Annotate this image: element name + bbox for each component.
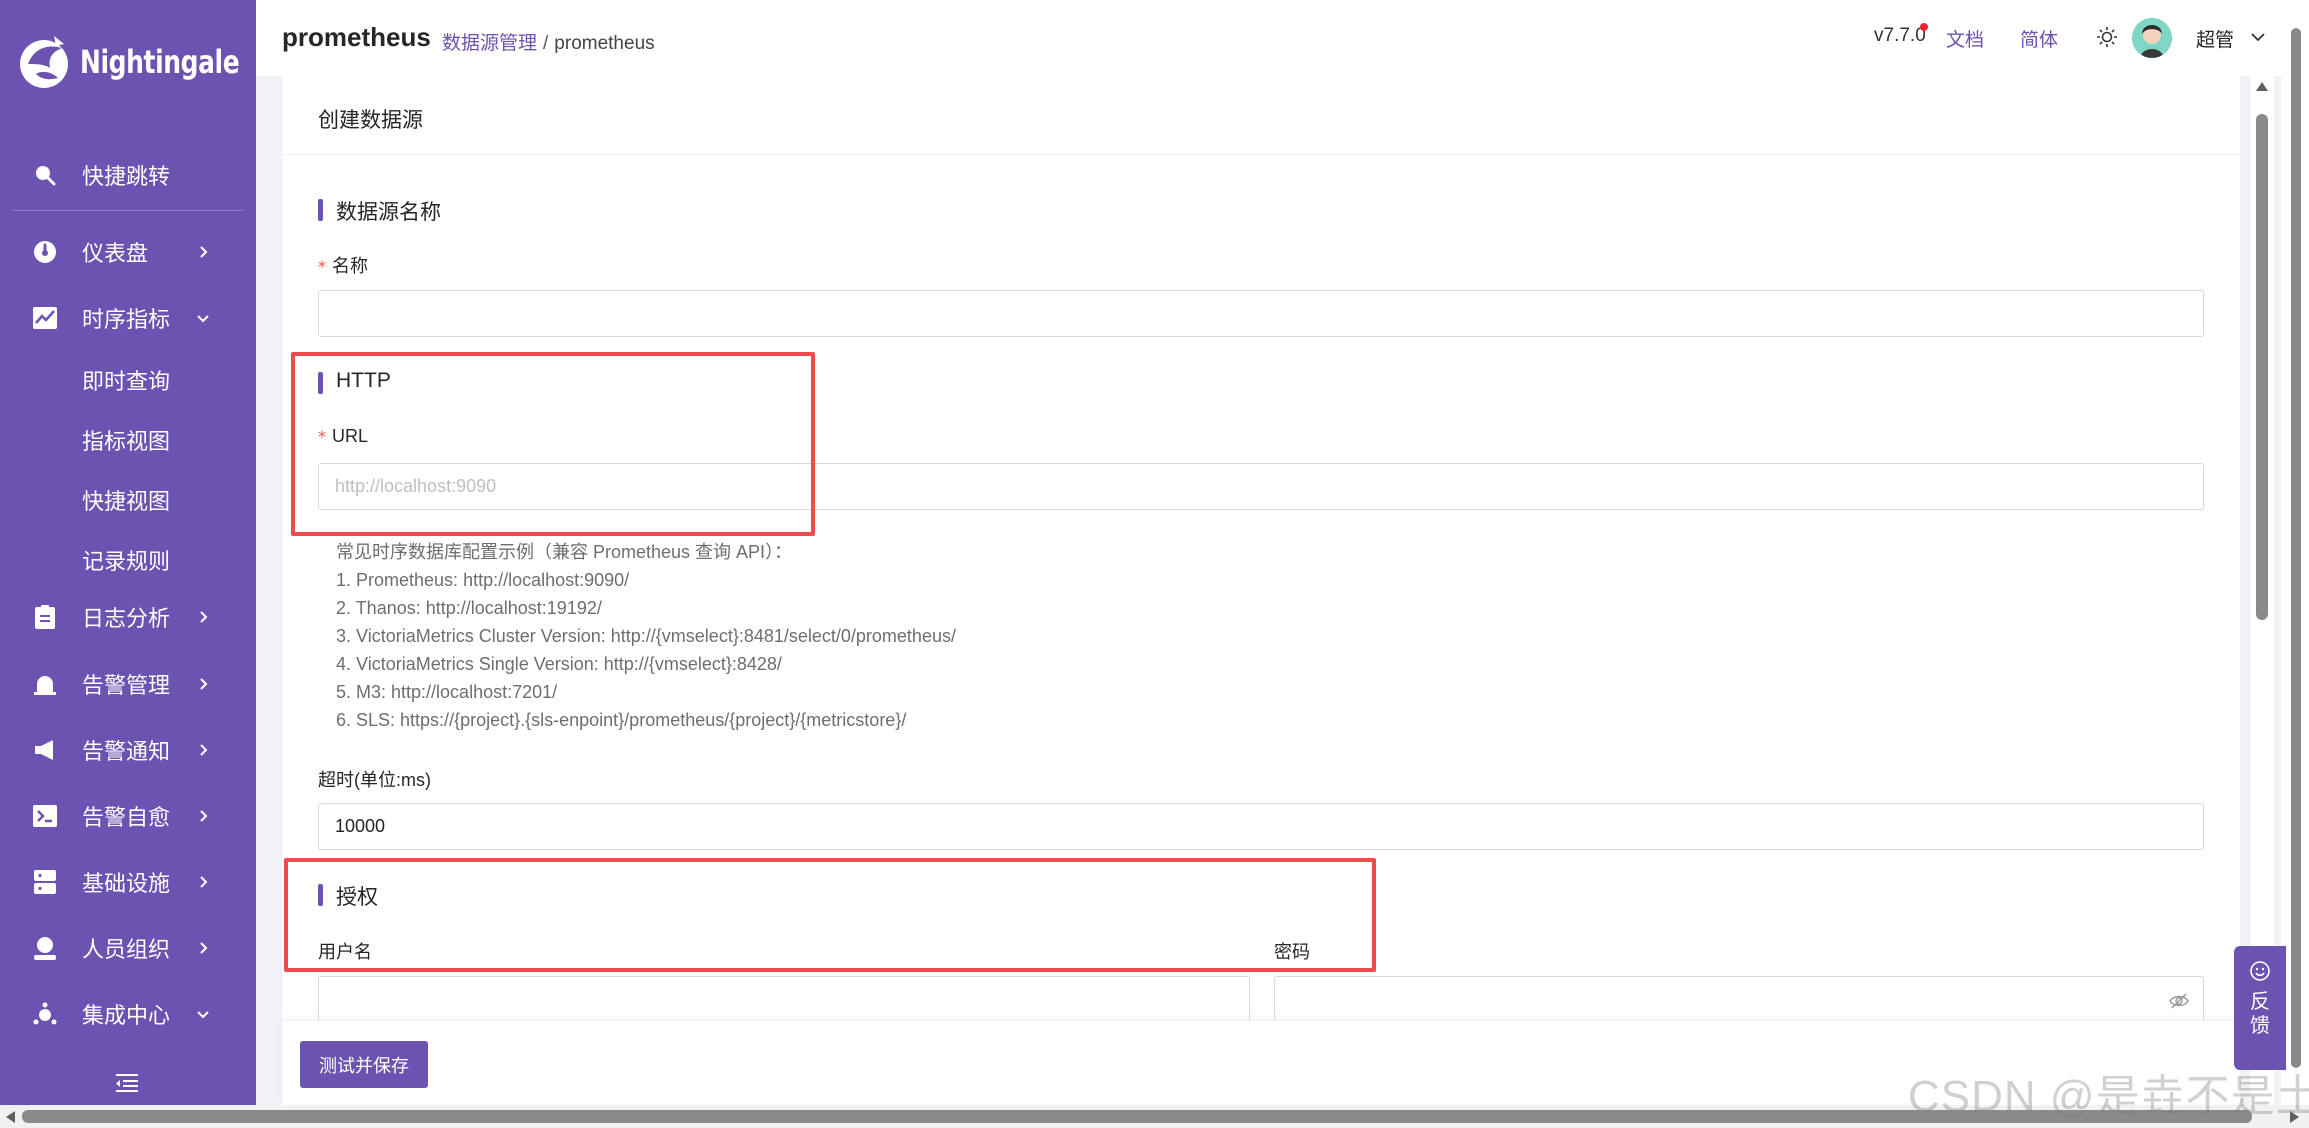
search-icon	[32, 162, 58, 188]
language-switch[interactable]: 简体	[2020, 25, 2058, 52]
docs-link[interactable]: 文档	[1946, 25, 1984, 52]
url-help-text: 常见时序数据库配置示例（兼容 Prometheus 查询 API）： 1. Pr…	[336, 538, 956, 734]
breadcrumb: 数据源管理 / prometheus	[442, 28, 655, 55]
sidebar-item-dashboard[interactable]: 仪表盘	[0, 227, 256, 277]
integration-icon	[32, 1001, 58, 1027]
watermark: CSDN @是垚不是土	[1908, 1072, 2309, 1121]
version-update-badge	[1920, 23, 1928, 31]
sidebar-item-recording-rules[interactable]: 记录规则	[82, 544, 170, 576]
annotation-box-auth	[284, 858, 1376, 972]
timeout-input[interactable]	[318, 803, 2204, 850]
breadcrumb-separator: /	[543, 33, 549, 54]
chevron-right-icon	[200, 942, 208, 954]
help-line: 2. Thanos: http://localhost:19192/	[336, 598, 602, 618]
chevron-down-icon	[197, 315, 209, 323]
help-line: 3. VictoriaMetrics Cluster Version: http…	[336, 626, 956, 646]
nightingale-logo-icon	[20, 36, 68, 88]
breadcrumb-datasource-link[interactable]: 数据源管理	[442, 33, 537, 54]
sidebar-item-people-org[interactable]: 人员组织	[0, 923, 256, 973]
chevron-right-icon	[200, 744, 208, 756]
version-label[interactable]: v7.7.0	[1874, 25, 1926, 47]
help-line: 5. M3: http://localhost:7201/	[336, 682, 558, 702]
page-title: prometheus	[282, 22, 431, 52]
timeout-label: 超时(单位:ms)	[318, 770, 431, 790]
required-mark: *	[318, 257, 326, 276]
help-line: 6. SLS: https://{project}.{sls-enpoint}/…	[336, 710, 907, 730]
chevron-down-icon[interactable]	[2250, 30, 2266, 44]
user-icon	[32, 935, 58, 961]
help-line: 1. Prometheus: http://localhost:9090/	[336, 570, 630, 590]
log-icon	[32, 604, 58, 630]
scrollbar-thumb[interactable]	[2291, 28, 2301, 1068]
window-scrollbar[interactable]	[2281, 0, 2309, 1105]
feedback-label: 反馈	[2250, 991, 2270, 1037]
scrollbar-thumb[interactable]	[2256, 114, 2268, 620]
name-input[interactable]	[318, 290, 2204, 337]
server-icon	[32, 869, 58, 895]
chevron-right-icon	[200, 246, 208, 258]
smile-icon	[2250, 961, 2270, 981]
logo[interactable]: Nightingale	[18, 34, 284, 90]
sidebar-item-infrastructure[interactable]: 基础设施	[0, 857, 256, 907]
name-label: * 名称	[318, 256, 368, 276]
sidebar-item-instant-query[interactable]: 即时查询	[82, 364, 170, 396]
sidebar: Nightingale 快捷跳转 仪表盘 时序指标 即时查询 指标视图 快捷视图…	[0, 0, 256, 1105]
sun-icon[interactable]	[2096, 26, 2118, 48]
chevron-down-icon	[197, 1011, 209, 1019]
terminal-icon	[32, 803, 58, 829]
top-header: prometheus 数据源管理 / prometheus v7.7.0 文档 简体…	[256, 0, 2281, 76]
sidebar-item-metric-view[interactable]: 指标视图	[82, 424, 170, 456]
feedback-button[interactable]: 反馈	[2234, 946, 2286, 1070]
sidebar-item-quick-view[interactable]: 快捷视图	[82, 484, 170, 516]
avatar[interactable]	[2132, 18, 2172, 58]
username-input[interactable]	[318, 976, 1250, 1023]
password-input[interactable]	[1274, 976, 2204, 1023]
help-line: 4. VictoriaMetrics Single Version: http:…	[336, 654, 782, 674]
menu-collapse-icon[interactable]	[114, 1072, 140, 1094]
divider	[282, 154, 2240, 155]
megaphone-icon	[32, 737, 58, 763]
eye-invisible-icon[interactable]	[2169, 991, 2189, 1011]
sidebar-item-quick-jump[interactable]: 快捷跳转	[0, 150, 256, 200]
panel-title: 创建数据源	[318, 109, 423, 132]
alarm-icon	[32, 671, 58, 697]
logo-text: Nightingale	[80, 43, 240, 81]
chevron-right-icon	[200, 876, 208, 888]
sidebar-item-alert-self-healing[interactable]: 告警自愈	[0, 791, 256, 841]
test-and-save-button[interactable]: 测试并保存	[300, 1041, 428, 1088]
dashboard-icon	[32, 239, 58, 265]
chevron-right-icon	[200, 611, 208, 623]
section-title-datasource-name: 数据源名称	[318, 196, 441, 226]
sidebar-item-integration-center[interactable]: 集成中心	[0, 989, 256, 1039]
help-line: 常见时序数据库配置示例（兼容 Prometheus 查询 API）：	[336, 542, 793, 562]
annotation-box-http	[291, 352, 815, 536]
breadcrumb-current: prometheus	[554, 33, 655, 54]
line-chart-icon	[32, 305, 58, 331]
sidebar-item-alert-management[interactable]: 告警管理	[0, 659, 256, 709]
sidebar-item-metrics[interactable]: 时序指标	[0, 293, 256, 343]
sidebar-item-alert-notification[interactable]: 告警通知	[0, 725, 256, 775]
sidebar-divider	[12, 210, 244, 211]
scroll-up-arrow[interactable]	[2256, 82, 2268, 91]
chevron-right-icon	[200, 810, 208, 822]
chevron-right-icon	[200, 678, 208, 690]
scroll-left-arrow[interactable]	[6, 1111, 15, 1123]
sidebar-item-log-analysis[interactable]: 日志分析	[0, 592, 256, 642]
user-name[interactable]: 超管	[2196, 25, 2234, 52]
